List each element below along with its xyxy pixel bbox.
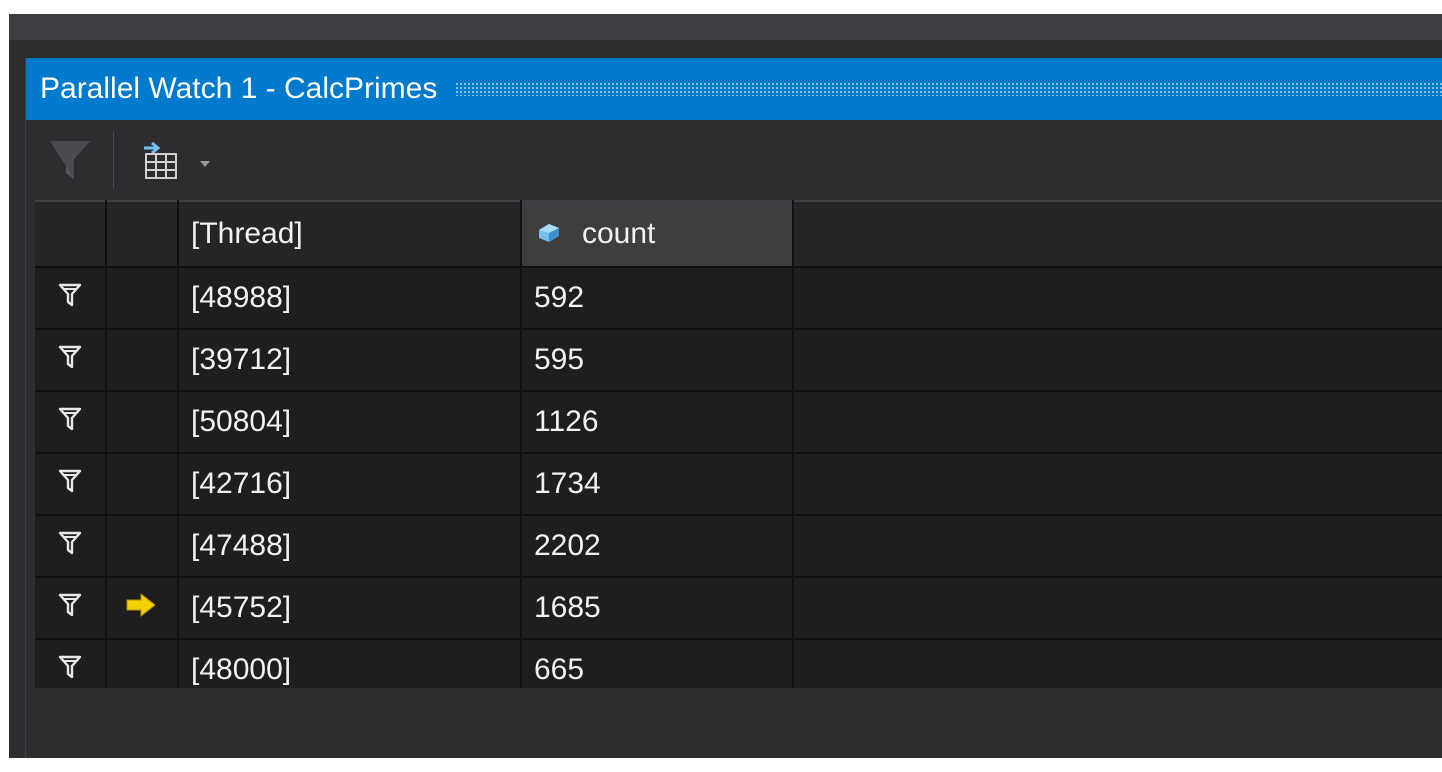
toolbar-separator [113,132,114,188]
window-title-bar[interactable]: Parallel Watch 1 - CalcPrimes [26,58,1442,120]
current-thread-cell [106,329,179,392]
count-value: 1685 [534,591,601,624]
count-cell[interactable]: 1734 [521,453,794,516]
variable-icon [536,217,562,251]
count-cell[interactable]: 2202 [521,515,794,578]
thread-cell: [47488] [178,515,522,578]
filter-icon[interactable] [48,139,92,181]
window-title: Parallel Watch 1 - CalcPrimes [40,72,438,105]
thread-cell: [48988] [178,267,522,330]
current-thread-cell [106,515,179,578]
count-value: 665 [534,653,585,686]
count-value: 592 [534,281,585,314]
thread-id: [48988] [191,281,292,314]
flag-cell[interactable] [35,267,107,330]
thread-id: [45752] [191,591,292,624]
current-thread-cell [106,577,179,640]
thread-column-header[interactable]: [Thread] [178,200,522,268]
thread-id: [50804] [191,405,292,438]
current-thread-cell [106,267,179,330]
count-cell[interactable]: 1685 [521,577,794,640]
thread-flag-icon[interactable] [57,468,83,502]
thread-flag-icon[interactable] [57,406,83,440]
count-cell[interactable]: 595 [521,329,794,392]
count-column-header[interactable]: count [521,200,794,268]
empty-watch-area [35,688,1442,758]
thread-flag-icon[interactable] [57,654,83,688]
thread-cell: [50804] [178,391,522,454]
table-row[interactable]: [48988] 592 [35,267,1442,330]
table-header-row: [Thread] count [35,200,1442,268]
flag-column-header[interactable] [35,200,107,268]
dropdown-arrow-icon[interactable] [198,156,212,167]
table-row[interactable]: [50804] 1126 [35,391,1442,454]
parallel-watch-window: Parallel Watch 1 - CalcPrimes [Thread] c… [25,58,1442,758]
thread-flag-icon[interactable] [57,282,83,316]
thread-cell: [42716] [178,453,522,516]
count-value: 595 [534,343,585,376]
current-thread-arrow-icon [125,592,159,626]
extra-cell [793,577,1442,640]
table-row[interactable]: [45752] 1685 [35,577,1442,640]
top-strip [9,14,1442,40]
add-watch-grid-icon[interactable] [138,138,182,182]
toolbar [26,120,1442,200]
extra-cell [793,515,1442,578]
current-thread-cell [106,391,179,454]
count-cell[interactable]: 592 [521,267,794,330]
thread-column-label: [Thread] [191,217,303,250]
extra-cell [793,267,1442,330]
thread-cell: [39712] [178,329,522,392]
thread-id: [39712] [191,343,292,376]
thread-id: [48000] [191,653,292,686]
marker-column-header[interactable] [106,200,179,268]
extra-cell [793,391,1442,454]
count-value: 1734 [534,467,601,500]
title-grip[interactable] [455,82,1442,96]
thread-id: [42716] [191,467,292,500]
flag-cell[interactable] [35,515,107,578]
count-column-label: count [582,217,656,250]
count-value: 2202 [534,529,601,562]
ide-frame: Parallel Watch 1 - CalcPrimes [Thread] c… [9,14,1442,758]
flag-cell[interactable] [35,391,107,454]
flag-cell[interactable] [35,577,107,640]
thread-id: [47488] [191,529,292,562]
table-row[interactable]: [47488] 2202 [35,515,1442,578]
extra-cell [793,329,1442,392]
current-thread-cell [106,453,179,516]
count-cell[interactable]: 1126 [521,391,794,454]
thread-flag-icon[interactable] [57,530,83,564]
extra-cell [793,453,1442,516]
watch-table: [Thread] count [48988] 592 [39712] 595 [… [35,200,1442,702]
thread-flag-icon[interactable] [57,592,83,626]
flag-cell[interactable] [35,329,107,392]
thread-cell: [45752] [178,577,522,640]
thread-flag-icon[interactable] [57,344,83,378]
count-value: 1126 [534,405,599,438]
table-row[interactable]: [42716] 1734 [35,453,1442,516]
table-row[interactable]: [39712] 595 [35,329,1442,392]
empty-column-header[interactable] [793,200,1442,268]
flag-cell[interactable] [35,453,107,516]
watch-table-container: [Thread] count [48988] 592 [39712] 595 [… [35,200,1442,702]
